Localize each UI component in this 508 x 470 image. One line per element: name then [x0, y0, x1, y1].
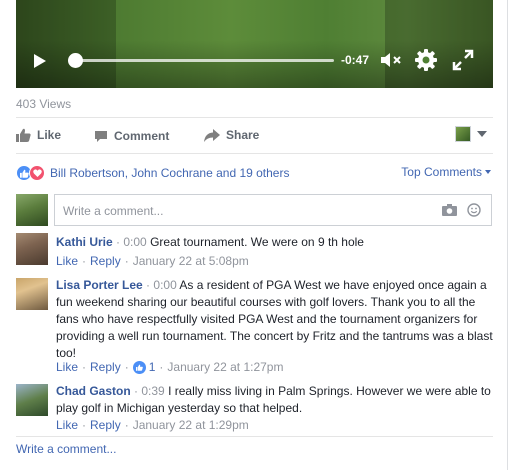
comment-like-count[interactable]: 1 [132, 360, 156, 374]
heart-reaction-icon [29, 165, 45, 181]
divider [16, 117, 493, 118]
progress-knob[interactable] [68, 53, 83, 68]
video-timestamp[interactable]: 0:00 [153, 278, 176, 292]
share-arrow-icon [204, 128, 220, 142]
progress-track[interactable] [74, 59, 334, 62]
comment-like-link[interactable]: Like [56, 254, 78, 268]
gear-icon[interactable] [414, 48, 438, 72]
video-timestamp[interactable]: 0:00 [123, 235, 146, 249]
like-count-value: 1 [148, 360, 156, 374]
share-label: Share [226, 128, 260, 142]
divider [16, 436, 493, 437]
post-card: -0:47 403 Views Like Comment Share Bill … [0, 0, 508, 470]
comment-reply-link[interactable]: Reply [90, 418, 121, 432]
camera-icon[interactable] [442, 204, 457, 216]
commenter-name[interactable]: Chad Gaston [56, 384, 131, 398]
play-icon[interactable] [34, 54, 46, 68]
chevron-down-icon [477, 131, 487, 137]
comment-sort-dropdown[interactable]: Top Comments [401, 165, 491, 179]
commenter-name[interactable]: Lisa Porter Lee [56, 278, 143, 292]
fullscreen-icon[interactable] [452, 49, 474, 71]
emoji-icon[interactable] [467, 203, 481, 217]
comment-meta: Like · Reply · 1 · January 22 at 1:27pm [56, 360, 284, 374]
comment-input[interactable]: Write a comment... [54, 194, 492, 226]
comment-reply-link[interactable]: Reply [90, 360, 121, 374]
comment-meta: Like · Reply · January 22 at 5:08pm [56, 254, 249, 268]
view-count: 403 Views [16, 97, 72, 111]
write-comment-link[interactable]: Write a comment... [16, 442, 116, 456]
comment-date[interactable]: January 22 at 5:08pm [133, 254, 249, 268]
viewer-avatar [455, 126, 471, 142]
reactions-row: Bill Robertson, John Cochrane and 19 oth… [16, 164, 493, 182]
comment-text: Great tournament. We were on 9 th hole [150, 235, 364, 249]
post-as-selector[interactable] [455, 126, 487, 142]
avatar[interactable] [16, 384, 48, 416]
like-button[interactable]: Like [16, 128, 61, 142]
caret-down-icon [485, 170, 491, 174]
comment-label: Comment [114, 129, 170, 143]
commenter-name[interactable]: Kathi Urie [56, 235, 113, 249]
comment-chad-gaston: Chad Gaston · 0:39 I really miss living … [56, 384, 491, 415]
divider [16, 153, 493, 154]
avatar[interactable] [16, 233, 48, 265]
comment-like-link[interactable]: Like [56, 360, 78, 374]
comment-like-link[interactable]: Like [56, 418, 78, 432]
comment-button[interactable]: Comment [94, 128, 508, 145]
comment-lisa-porter-lee: Lisa Porter Lee · 0:00 As a resident of … [56, 278, 493, 360]
comment-reply-link[interactable]: Reply [90, 254, 121, 268]
avatar[interactable] [16, 278, 48, 310]
video-timestamp[interactable]: 0:39 [141, 384, 164, 398]
avatar[interactable] [16, 194, 48, 226]
comment-meta: Like · Reply · January 22 at 1:29pm [56, 418, 249, 432]
comment-date[interactable]: January 22 at 1:27pm [167, 360, 283, 374]
speech-bubble-icon [95, 131, 107, 142]
comment-kathi-urie: Kathi Urie · 0:00 Great tournament. We w… [56, 235, 364, 249]
video-player[interactable]: -0:47 [16, 0, 493, 88]
reactors-link[interactable]: Bill Robertson, John Cochrane and 19 oth… [50, 166, 289, 180]
time-remaining: -0:47 [341, 53, 370, 67]
action-bar: Like Comment Share [16, 124, 493, 148]
thumbs-up-icon [16, 128, 31, 142]
mute-icon[interactable] [380, 51, 402, 69]
comment-input-placeholder: Write a comment... [63, 204, 164, 218]
comment-sort-label: Top Comments [401, 165, 482, 179]
like-label: Like [37, 128, 62, 142]
like-badge-icon [132, 360, 146, 374]
comment-date[interactable]: January 22 at 1:29pm [133, 418, 249, 432]
share-button[interactable]: Share [204, 128, 259, 142]
